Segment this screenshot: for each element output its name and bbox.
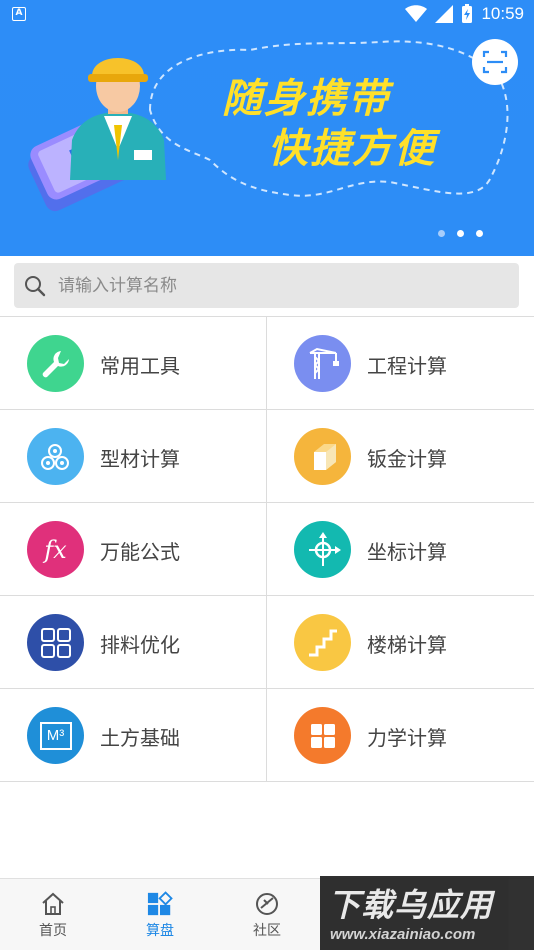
tab-label: 社区 [253,923,281,939]
grid-item-label: 常用工具 [100,354,180,378]
wifi-icon [405,5,428,22]
grid-item-stairs[interactable]: 楼梯计算 [267,596,534,688]
search-input[interactable] [58,275,478,296]
grid-item-nesting[interactable]: 排料优化 [0,596,267,688]
fx-text: fx [44,535,67,564]
sheet-metal-icon [294,428,351,485]
m3-icon: M³ [27,707,84,764]
fx-icon: fx [27,521,84,578]
abacus-icon [147,891,173,916]
scan-button[interactable] [472,39,518,85]
grid-row: 排料优化 楼梯计算 [0,596,534,689]
watermark-url: www.xiazainiao.com [330,926,476,943]
grid-item-mechanics[interactable]: 力学计算 [267,689,534,781]
grid-item-coordinate[interactable]: 坐标计算 [267,503,534,595]
grid-item-label: 型材计算 [100,447,180,471]
search-bar[interactable] [14,263,519,308]
grid-item-label: 钣金计算 [367,447,447,471]
tower-crane-icon [294,335,351,392]
signal-icon [435,5,454,23]
grid-item-label: 力学计算 [367,726,447,750]
grid-item-label: 楼梯计算 [367,633,447,657]
carousel-dot [476,230,483,237]
grid-item-engineering[interactable]: 工程计算 [267,317,534,409]
carousel-indicator [438,230,483,237]
scan-icon [482,50,508,74]
grid-item-profile[interactable]: 型材计算 [0,410,267,502]
watermark-logo: 下载乌应用 www.xiazainiao.com [320,876,534,950]
stairs-icon [294,614,351,671]
grid-item-common-tools[interactable]: 常用工具 [0,317,267,409]
grid-row: 型材计算 钣金计算 [0,410,534,503]
layout-icon [27,614,84,671]
app-notification-icon: A [12,7,26,21]
grid-item-label: 土方基础 [100,726,180,750]
community-icon [256,893,278,915]
grid-item-label: 工程计算 [367,354,447,378]
grid-row: fx 万能公式 坐标计算 [0,503,534,596]
grid-row: 常用工具 工程计算 [0,317,534,410]
grid-item-sheet-metal[interactable]: 钣金计算 [267,410,534,502]
grid-item-earthwork[interactable]: M³ 土方基础 [0,689,267,781]
tab-community[interactable]: 社区 [232,879,302,951]
grid-row: M³ 土方基础 力学计算 [0,689,534,782]
search-icon [25,275,46,296]
battery-icon [462,4,473,23]
carousel-dot [457,230,464,237]
grid-item-formula[interactable]: fx 万能公式 [0,503,267,595]
pipes-icon [27,428,84,485]
status-bar: A 10:59 [0,0,534,28]
coordinate-icon [294,521,351,578]
tab-abacus[interactable]: 算盘 [125,879,195,951]
grid-item-label: 排料优化 [100,633,180,657]
m3-text: M³ [46,727,65,744]
banner-carousel[interactable]: 随身携带 快捷方便 [0,0,534,256]
home-icon [42,892,64,915]
grid-item-label: 万能公式 [100,540,180,564]
grid-item-label: 坐标计算 [367,540,447,564]
calculator-grid: 常用工具 工程计算 型材计算 钣金计算 fx 万能公式 坐标计算 排料优化 楼梯… [0,316,534,782]
wrench-icon [27,335,84,392]
carousel-dot [438,230,445,237]
clock: 10:59 [481,4,524,23]
blocks-icon [294,707,351,764]
tab-label: 算盘 [146,923,174,939]
tab-label: 首页 [39,923,67,939]
banner-slogan-line2: 快捷方便 [268,126,436,172]
watermark-title: 下载乌应用 [328,886,494,924]
tab-home[interactable]: 首页 [18,879,88,951]
